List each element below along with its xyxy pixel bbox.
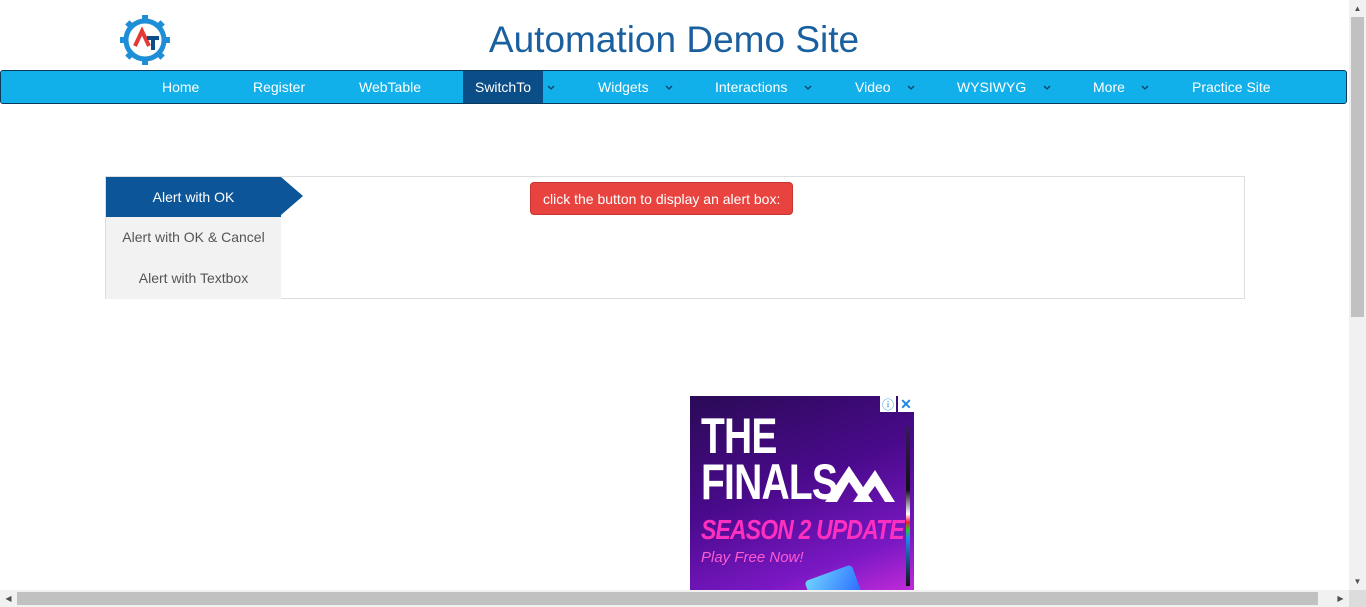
site-title: Automation Demo Site bbox=[488, 19, 860, 60]
scrollbar-corner bbox=[1349, 590, 1366, 607]
nav-video[interactable]: Video bbox=[855, 71, 891, 103]
active-tab-arrow bbox=[281, 177, 303, 215]
scroll-left-icon[interactable]: ◀ bbox=[0, 590, 17, 607]
tab-alert-with-ok[interactable]: Alert with OK bbox=[106, 177, 281, 217]
scroll-up-icon[interactable]: ▲ bbox=[1349, 0, 1366, 17]
vertical-scroll-thumb[interactable] bbox=[1351, 17, 1364, 317]
tab-alert-with-textbox[interactable]: Alert with Textbox bbox=[106, 258, 281, 298]
nav-switchto[interactable]: SwitchTo bbox=[463, 71, 543, 103]
ad-headline-line2: FINALS bbox=[701, 454, 838, 510]
nav-wysiwyg[interactable]: WYSIWYG bbox=[957, 71, 1026, 103]
ad-decoration bbox=[906, 426, 910, 586]
alert-tab-list: Alert with OK Alert with OK & Cancel Ale… bbox=[106, 177, 281, 299]
nav-more[interactable]: More bbox=[1093, 71, 1125, 103]
nav-webtable[interactable]: WebTable bbox=[359, 71, 421, 103]
nav-widgets[interactable]: Widgets bbox=[598, 71, 649, 103]
info-icon[interactable]: ⓘ bbox=[880, 396, 896, 412]
vertical-scrollbar[interactable]: ▲ ▼ bbox=[1349, 0, 1366, 590]
scroll-right-icon[interactable]: ▶ bbox=[1332, 590, 1349, 607]
chevron-down-icon[interactable] bbox=[1040, 71, 1054, 103]
display-alert-button[interactable]: click the button to display an alert box… bbox=[530, 182, 793, 215]
alert-tabs-panel: Alert with OK Alert with OK & Cancel Ale… bbox=[105, 176, 1245, 299]
ad-gem-graphic bbox=[804, 564, 862, 590]
horizontal-scrollbar[interactable]: ◀ ▶ bbox=[0, 590, 1349, 607]
scroll-down-icon[interactable]: ▼ bbox=[1349, 573, 1366, 590]
ad-brand-logo-icon bbox=[825, 466, 895, 502]
nav-home[interactable]: Home bbox=[162, 71, 199, 103]
horizontal-scroll-thumb[interactable] bbox=[17, 592, 1318, 605]
nav-interactions[interactable]: Interactions bbox=[715, 71, 787, 103]
advertisement[interactable]: THE FINALS SEASON 2 UPDATE Play Free Now… bbox=[690, 396, 914, 590]
ad-headline-line3: SEASON 2 UPDATE bbox=[701, 514, 905, 545]
chevron-down-icon[interactable] bbox=[662, 71, 676, 103]
nav-practice-site[interactable]: Practice Site bbox=[1192, 71, 1271, 103]
nav-register[interactable]: Register bbox=[253, 71, 305, 103]
chevron-down-icon[interactable] bbox=[904, 71, 918, 103]
chevron-down-icon[interactable] bbox=[801, 71, 815, 103]
chevron-down-icon[interactable] bbox=[544, 71, 558, 103]
ad-cta[interactable]: Play Free Now! bbox=[701, 548, 804, 568]
tab-alert-with-ok-cancel[interactable]: Alert with OK & Cancel bbox=[106, 217, 281, 257]
ad-controls: ⓘ ✕ bbox=[880, 396, 914, 412]
close-icon[interactable]: ✕ bbox=[898, 396, 914, 412]
chevron-down-icon[interactable] bbox=[1138, 71, 1152, 103]
main-navbar: Home Register WebTable SwitchTo Widgets … bbox=[0, 70, 1347, 104]
